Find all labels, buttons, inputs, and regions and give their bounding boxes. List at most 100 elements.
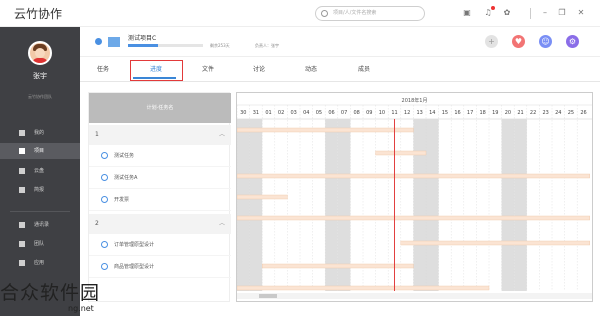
search-icon xyxy=(321,10,328,17)
project-progress-bar xyxy=(128,44,203,47)
sidebar-item-label: 应用 xyxy=(34,260,45,266)
task-group-label: 1 xyxy=(95,131,99,138)
checkbox-icon[interactable] xyxy=(101,196,108,203)
user-name: 张宇 xyxy=(33,72,47,80)
day-label: 18 xyxy=(480,110,486,116)
sidebar: 张宇 云竹协作团队 我的 项目 云盘 简报 通讯录 团队 应用 xyxy=(0,27,80,316)
tab-tasks[interactable]: 任务 xyxy=(97,64,109,73)
sidebar-item-contacts[interactable]: 通讯录 xyxy=(0,217,80,233)
checkbox-icon[interactable] xyxy=(101,174,108,181)
task-list-header: 计划-任务名 xyxy=(89,93,231,123)
gantt-bar xyxy=(400,240,591,246)
sidebar-item-team[interactable]: 团队 xyxy=(0,236,80,252)
sidebar-divider xyxy=(10,211,70,212)
search-input[interactable]: 项目/人/文件名搜索 xyxy=(315,6,425,21)
day-label: 25 xyxy=(568,110,574,116)
tab-files[interactable]: 文件 xyxy=(202,64,214,73)
watermark-url: ng.net xyxy=(68,304,94,313)
sidebar-item-label: 通讯录 xyxy=(34,222,50,228)
checkbox-icon[interactable] xyxy=(101,152,108,159)
bell-icon[interactable]: ♫ xyxy=(483,6,495,18)
day-label: 08 xyxy=(354,110,360,116)
task-group-label: 2 xyxy=(95,220,99,227)
day-label: 13 xyxy=(417,110,423,116)
gantt-canvas: 2018年1月 30 31 01 02 03 04 05 06 07 08 09 10 11 12 13 14 1… xyxy=(237,93,592,299)
sidebar-item-label: 团队 xyxy=(34,241,45,247)
star-icon[interactable] xyxy=(95,38,102,45)
tab-members[interactable]: 成员 xyxy=(358,64,370,73)
user-org: 云竹协作团队 xyxy=(28,94,52,99)
tab-activity[interactable]: 动态 xyxy=(305,64,317,73)
team-icon xyxy=(19,241,25,247)
tab-discussion[interactable]: 讨论 xyxy=(253,64,265,73)
task-name: 测试任务A xyxy=(114,175,138,181)
day-label: 12 xyxy=(404,110,410,116)
day-label: 05 xyxy=(316,110,322,116)
task-row[interactable]: 商品管理原型设计 xyxy=(89,256,231,278)
gantt-scrollbar-thumb[interactable] xyxy=(259,294,277,298)
task-name: 测试任务 xyxy=(114,153,135,159)
task-list: 计划-任务名 1 ︿ 测试任务 测试任务A 开发票 2 ︿ 订单管理原型设计 商… xyxy=(88,92,231,302)
sidebar-item-label: 简报 xyxy=(34,187,45,193)
day-label: 30 xyxy=(240,110,246,116)
image-icon[interactable]: ▣ xyxy=(462,8,472,18)
day-label: 02 xyxy=(278,110,284,116)
gantt-bar xyxy=(237,215,590,221)
weekend-column xyxy=(426,119,439,291)
minimize-icon[interactable]: – xyxy=(540,8,550,18)
weekend-column xyxy=(249,119,263,291)
checkbox-icon[interactable] xyxy=(101,263,108,270)
user-button[interactable]: ☺ xyxy=(539,35,552,48)
day-label: 26 xyxy=(580,110,586,116)
sidebar-item-reports[interactable]: 简报 xyxy=(0,182,80,198)
project-remaining: 剩余253天 xyxy=(210,43,230,48)
gear-icon[interactable]: ✿ xyxy=(502,8,512,18)
task-row[interactable]: 开发票 xyxy=(89,189,231,211)
tab-bar: 任务 进度 文件 讨论 动态 成员 xyxy=(80,57,600,82)
collapse-icon[interactable]: ︿ xyxy=(219,214,225,234)
add-button[interactable]: + xyxy=(485,35,498,48)
day-label: 21 xyxy=(517,110,523,116)
sidebar-item-cloud[interactable]: 云盘 xyxy=(0,163,80,179)
task-row[interactable]: 订单管理原型设计 xyxy=(89,234,231,256)
weekend-column xyxy=(514,119,527,291)
report-icon xyxy=(19,187,25,193)
day-label: 19 xyxy=(492,110,498,116)
collapse-icon[interactable]: ︿ xyxy=(219,125,225,145)
title-bar: 云竹协作 项目/人/文件名搜索 ▣ ♫ ✿ – ❐ ✕ xyxy=(0,0,600,27)
cloud-icon xyxy=(19,168,25,174)
sidebar-item-label: 我的 xyxy=(34,130,45,136)
gantt-bar xyxy=(237,285,490,291)
day-label: 07 xyxy=(341,110,347,116)
sidebar-item-mine[interactable]: 我的 xyxy=(0,125,80,141)
task-name: 订单管理原型设计 xyxy=(114,242,155,248)
project-icon xyxy=(19,148,25,154)
tab-highlight-box xyxy=(130,60,183,81)
task-group[interactable]: 2 ︿ xyxy=(89,214,231,234)
checkbox-icon[interactable] xyxy=(101,241,108,248)
day-label: 06 xyxy=(328,110,334,116)
task-row[interactable]: 测试任务 xyxy=(89,145,231,167)
sidebar-item-apps[interactable]: 应用 xyxy=(0,255,80,271)
project-owner: 负责人：张宇 xyxy=(255,43,279,48)
task-group[interactable]: 1 ︿ xyxy=(89,125,231,145)
task-row[interactable]: 测试任务A xyxy=(89,167,231,189)
search-placeholder: 项目/人/文件名搜索 xyxy=(333,10,377,16)
avatar[interactable] xyxy=(28,41,52,65)
contacts-icon xyxy=(19,222,25,228)
restore-icon[interactable]: ❐ xyxy=(557,8,567,18)
day-label: 16 xyxy=(454,110,460,116)
close-icon[interactable]: ✕ xyxy=(576,8,586,18)
day-label: 22 xyxy=(530,110,536,116)
gantt-bar xyxy=(375,150,427,156)
apps-icon xyxy=(19,260,25,266)
gantt-month-label: 2018年1月 xyxy=(402,97,428,104)
sidebar-item-projects[interactable]: 项目 xyxy=(0,143,80,159)
day-label: 17 xyxy=(467,110,473,116)
gantt-bar xyxy=(262,263,414,269)
settings-button[interactable]: ⚙ xyxy=(566,35,579,48)
weekend-column xyxy=(237,119,250,291)
gantt-bar xyxy=(237,127,414,133)
heart-button[interactable]: ♥ xyxy=(512,35,525,48)
person-icon xyxy=(19,130,25,136)
